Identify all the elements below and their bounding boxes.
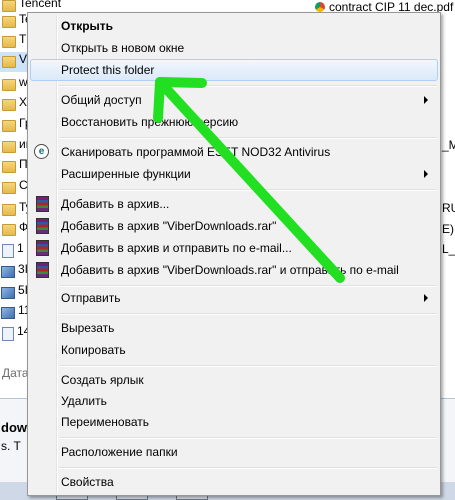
bg-right-fragment: E) — [442, 222, 454, 236]
folder-icon — [2, 99, 16, 111]
image-file-icon — [1, 266, 15, 278]
chrome-icon — [315, 2, 325, 12]
menu-separator — [59, 313, 437, 315]
folder-icon — [2, 182, 16, 194]
chevron-right-icon — [424, 294, 428, 302]
menu-item-add-archive-email[interactable]: Добавить в архив и отправить по e-mail..… — [30, 237, 438, 259]
menu-item-copy[interactable]: Копировать — [30, 339, 438, 361]
date-column-label: Дата — [2, 366, 29, 380]
folder-icon — [2, 120, 16, 132]
folder-icon — [2, 36, 16, 48]
menu-separator — [59, 189, 437, 191]
folder-icon — [2, 204, 16, 216]
menu-item-add-viber-rar[interactable]: Добавить в архив "ViberDownloads.rar" — [30, 215, 438, 237]
menu-item-open-new-window[interactable]: Открыть в новом окне — [30, 37, 438, 59]
menu-item-properties[interactable]: Свойства — [30, 471, 438, 493]
winrar-icon — [36, 218, 49, 234]
menu-separator — [59, 137, 437, 139]
winrar-icon — [36, 240, 49, 256]
folder-icon — [2, 16, 16, 28]
menu-item-share[interactable]: Общий доступ — [30, 89, 438, 111]
menu-separator — [59, 437, 437, 439]
menu-item-extended[interactable]: Расширенные функции — [30, 163, 438, 185]
winrar-icon — [36, 262, 49, 278]
image-file-icon — [1, 287, 15, 299]
bg-list-item[interactable]: 5I — [0, 283, 28, 303]
menu-item-restore-previous[interactable]: Восстановить прежнюю версию — [30, 111, 438, 133]
bg-right-fragment: RU — [442, 201, 455, 215]
context-menu: Открыть Открыть в новом окне Protect thi… — [27, 12, 441, 496]
menu-item-delete[interactable]: Удалить — [30, 390, 438, 412]
menu-item-rename[interactable]: Переименовать — [30, 411, 438, 433]
bg-list-item[interactable]: 14 — [0, 324, 30, 344]
folder-icon — [2, 161, 16, 173]
image-file-icon — [1, 307, 15, 319]
document-icon — [2, 244, 14, 258]
bg-right-fragment: _M — [442, 138, 455, 152]
bg-list-item[interactable]: 11 — [0, 303, 30, 323]
folder-icon — [2, 141, 16, 153]
bg-list-item[interactable]: иг — [0, 137, 30, 157]
details-title: dow — [1, 420, 27, 435]
menu-item-add-archive[interactable]: Добавить в архив... — [30, 193, 438, 215]
folder-icon — [2, 224, 16, 236]
menu-item-scan-eset[interactable]: e Сканировать программой ESET NOD32 Antiv… — [30, 141, 438, 163]
bg-right-fragment: L_ — [442, 242, 455, 256]
folder-icon — [2, 0, 16, 12]
bg-list-item[interactable]: w — [0, 75, 28, 95]
menu-separator — [59, 365, 437, 367]
bg-list-item[interactable]: П — [0, 157, 28, 177]
winrar-icon — [36, 196, 49, 212]
menu-item-send-to[interactable]: Отправить — [30, 287, 438, 309]
menu-separator — [59, 85, 437, 87]
bg-list-item[interactable]: 3I — [0, 262, 28, 282]
menu-item-cut[interactable]: Вырезать — [30, 317, 438, 339]
chevron-right-icon — [424, 170, 428, 178]
folder-icon — [2, 79, 16, 91]
bg-list-item[interactable]: Ф — [0, 220, 28, 240]
menu-item-create-shortcut[interactable]: Создать ярлык — [30, 369, 438, 391]
document-icon — [2, 327, 14, 341]
menu-item-protect-folder[interactable]: Protect this folder — [30, 59, 438, 81]
menu-separator — [59, 467, 437, 469]
menu-item-folder-location[interactable]: Расположение папки — [30, 441, 438, 463]
menu-item-open[interactable]: Открыть — [30, 15, 438, 37]
bg-list-item[interactable]: 1 — [0, 241, 24, 261]
bg-list-item-selected[interactable]: Vi — [0, 52, 30, 72]
details-text: s. T — [1, 439, 21, 453]
chevron-right-icon — [424, 96, 428, 104]
menu-item-add-viber-rar-email[interactable]: Добавить в архив "ViberDownloads.rar" и … — [30, 259, 438, 281]
folder-icon — [2, 56, 16, 68]
eset-icon: e — [34, 144, 49, 159]
